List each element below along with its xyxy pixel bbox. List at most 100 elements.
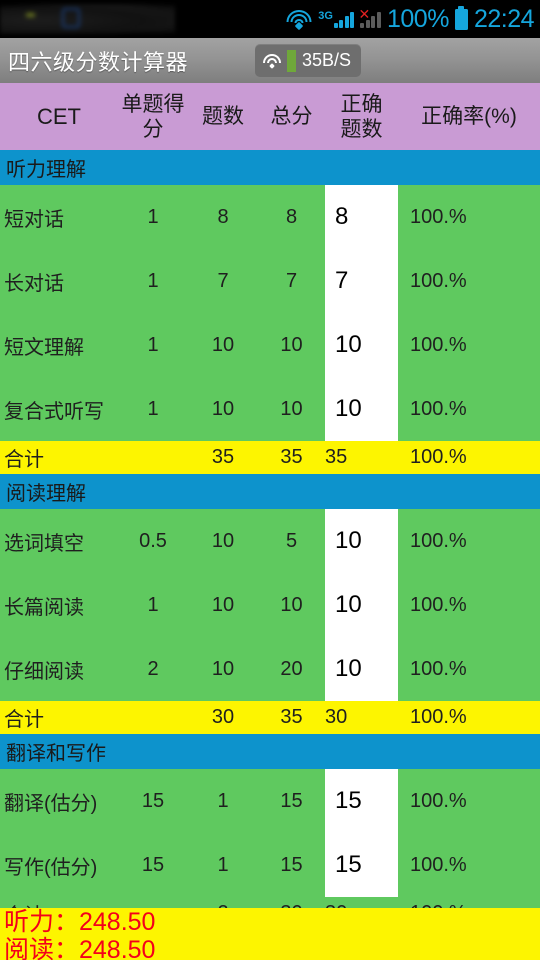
column-header-total: 总分	[270, 105, 313, 128]
row-label: 写作(估分)	[4, 856, 98, 879]
table-row: 长对话 1 7 7 7 100.%	[0, 249, 540, 313]
signal-bars-icon	[333, 11, 355, 28]
row-question-count: 10	[211, 529, 235, 552]
section-header: 阅读理解	[0, 474, 540, 509]
row-accuracy: 100.%	[410, 789, 467, 812]
row-question-count: 10	[211, 593, 235, 616]
total-accuracy: 100.%	[410, 706, 467, 728]
row-total-score: 10	[280, 397, 303, 420]
total-label: 合计	[4, 709, 44, 731]
total-score: 35	[280, 706, 303, 728]
row-total-score: 10	[280, 333, 303, 356]
correct-count-input[interactable]: 10	[325, 509, 398, 573]
correct-count-input[interactable]: 10	[325, 313, 398, 377]
total-correct-count: 30	[325, 706, 348, 728]
row-question-count: 8	[217, 205, 229, 228]
table-row: 翻译(估分) 15 1 15 15 100.%	[0, 769, 540, 833]
total-per-question	[118, 441, 188, 474]
signal-3g-label: 3G	[318, 9, 333, 22]
section-total-row: 合计 35 35 35 100.%	[0, 441, 540, 474]
score-line: 阅读：248.50	[4, 936, 156, 960]
section-header: 翻译和写作	[0, 734, 540, 769]
row-label: 长对话	[4, 272, 64, 295]
row-total-score: 20	[280, 657, 303, 680]
row-label: 仔细阅读	[4, 660, 84, 683]
correct-count-input[interactable]: 10	[325, 377, 398, 441]
status-bar-right: 3G ✕ 100% 22:24	[286, 0, 535, 38]
row-total-score: 15	[280, 853, 303, 876]
column-header-correct-line2: 题数	[340, 117, 383, 141]
total-label: 合计	[4, 449, 44, 471]
row-per-question: 2	[147, 657, 159, 680]
table-row: 长篇阅读 1 10 10 10 100.%	[0, 573, 540, 637]
signal-disabled-group: ✕	[358, 7, 381, 28]
page-title: 四六级分数计算器	[8, 49, 189, 75]
column-header-name: CET	[37, 104, 81, 129]
row-label: 长篇阅读	[4, 596, 84, 619]
row-accuracy: 100.%	[410, 397, 467, 420]
row-per-question: 1	[147, 593, 159, 616]
row-per-question: 1	[147, 397, 159, 420]
total-per-question	[118, 701, 188, 734]
total-accuracy: 100.%	[410, 446, 467, 468]
table-row: 短对话 1 8 8 8 100.%	[0, 185, 540, 249]
battery-full-icon	[454, 8, 468, 30]
network-speed-badge[interactable]: 35B/S	[255, 44, 362, 77]
row-accuracy: 100.%	[410, 593, 467, 616]
section-total-row: 合计 30 35 30 100.%	[0, 701, 540, 734]
status-bar: 3G ✕ 100% 22:24	[0, 0, 540, 38]
correct-count-input[interactable]: 7	[325, 249, 398, 313]
score-table: CET 单题得分 题数 总分 正确 题数 正确率(%) 听力理解 短对话 1 8 8 8 1…	[0, 83, 540, 930]
row-total-score: 15	[280, 789, 303, 812]
row-accuracy: 100.%	[410, 657, 467, 680]
row-accuracy: 100.%	[410, 205, 467, 228]
row-per-question: 1	[147, 269, 159, 292]
signal-bars-disabled-icon	[360, 11, 381, 28]
correct-count-input[interactable]: 15	[325, 769, 398, 833]
row-per-question: 0.5	[139, 529, 167, 552]
correct-count-input[interactable]: 8	[325, 185, 398, 249]
table-header-row: CET 单题得分 题数 总分 正确 题数 正确率(%)	[0, 83, 540, 150]
total-correct-count: 35	[325, 446, 348, 468]
column-header-per: 单题得分	[121, 92, 185, 141]
column-header-accuracy: 正确率(%)	[421, 105, 517, 128]
row-question-count: 10	[211, 397, 235, 420]
row-per-question: 15	[141, 853, 165, 876]
status-bar-clock: 22:24	[473, 4, 535, 33]
wifi-icon	[286, 9, 312, 30]
title-bar: 四六级分数计算器 35B/S	[0, 38, 540, 83]
network-speed-value: 35B/S	[302, 50, 352, 70]
row-question-count: 1	[217, 853, 229, 876]
table-row: 写作(估分) 15 1 15 15 100.%	[0, 833, 540, 897]
correct-count-input[interactable]: 10	[325, 637, 398, 701]
row-total-score: 5	[285, 529, 298, 552]
row-accuracy: 100.%	[410, 529, 467, 552]
row-label: 选词填空	[4, 532, 84, 555]
row-accuracy: 100.%	[410, 269, 467, 292]
battery-percent: 100%	[386, 4, 449, 33]
correct-count-input[interactable]: 15	[325, 833, 398, 897]
column-header-correct: 正确 题数	[325, 83, 398, 150]
row-question-count: 7	[217, 269, 229, 292]
total-question-count: 30	[211, 706, 235, 728]
row-question-count: 10	[211, 333, 235, 356]
row-total-score: 8	[285, 205, 298, 228]
column-header-count: 题数	[202, 105, 244, 128]
column-header-correct-line1: 正确	[340, 92, 383, 116]
speed-indicator-bar	[287, 49, 296, 72]
row-label: 翻译(估分)	[4, 792, 98, 815]
row-accuracy: 100.%	[410, 333, 467, 356]
table-row: 选词填空 0.5 10 5 10 100.%	[0, 509, 540, 573]
score-summary-footer: 听力：248.50 阅读：248.50	[0, 908, 540, 960]
app-screen: 3G ✕ 100% 22:24 四六级分数计算器 35B/S CET 单题得分 …	[0, 0, 540, 960]
score-line: 听力：248.50	[4, 908, 156, 936]
row-accuracy: 100.%	[410, 853, 467, 876]
total-question-count: 35	[211, 446, 235, 468]
row-total-score: 7	[285, 269, 298, 292]
wifi-icon	[262, 53, 281, 69]
table-row: 复合式听写 1 10 10 10 100.%	[0, 377, 540, 441]
row-per-question: 1	[147, 205, 159, 228]
table-row: 短文理解 1 10 10 10 100.%	[0, 313, 540, 377]
correct-count-input[interactable]: 10	[325, 573, 398, 637]
row-per-question: 1	[147, 333, 159, 356]
